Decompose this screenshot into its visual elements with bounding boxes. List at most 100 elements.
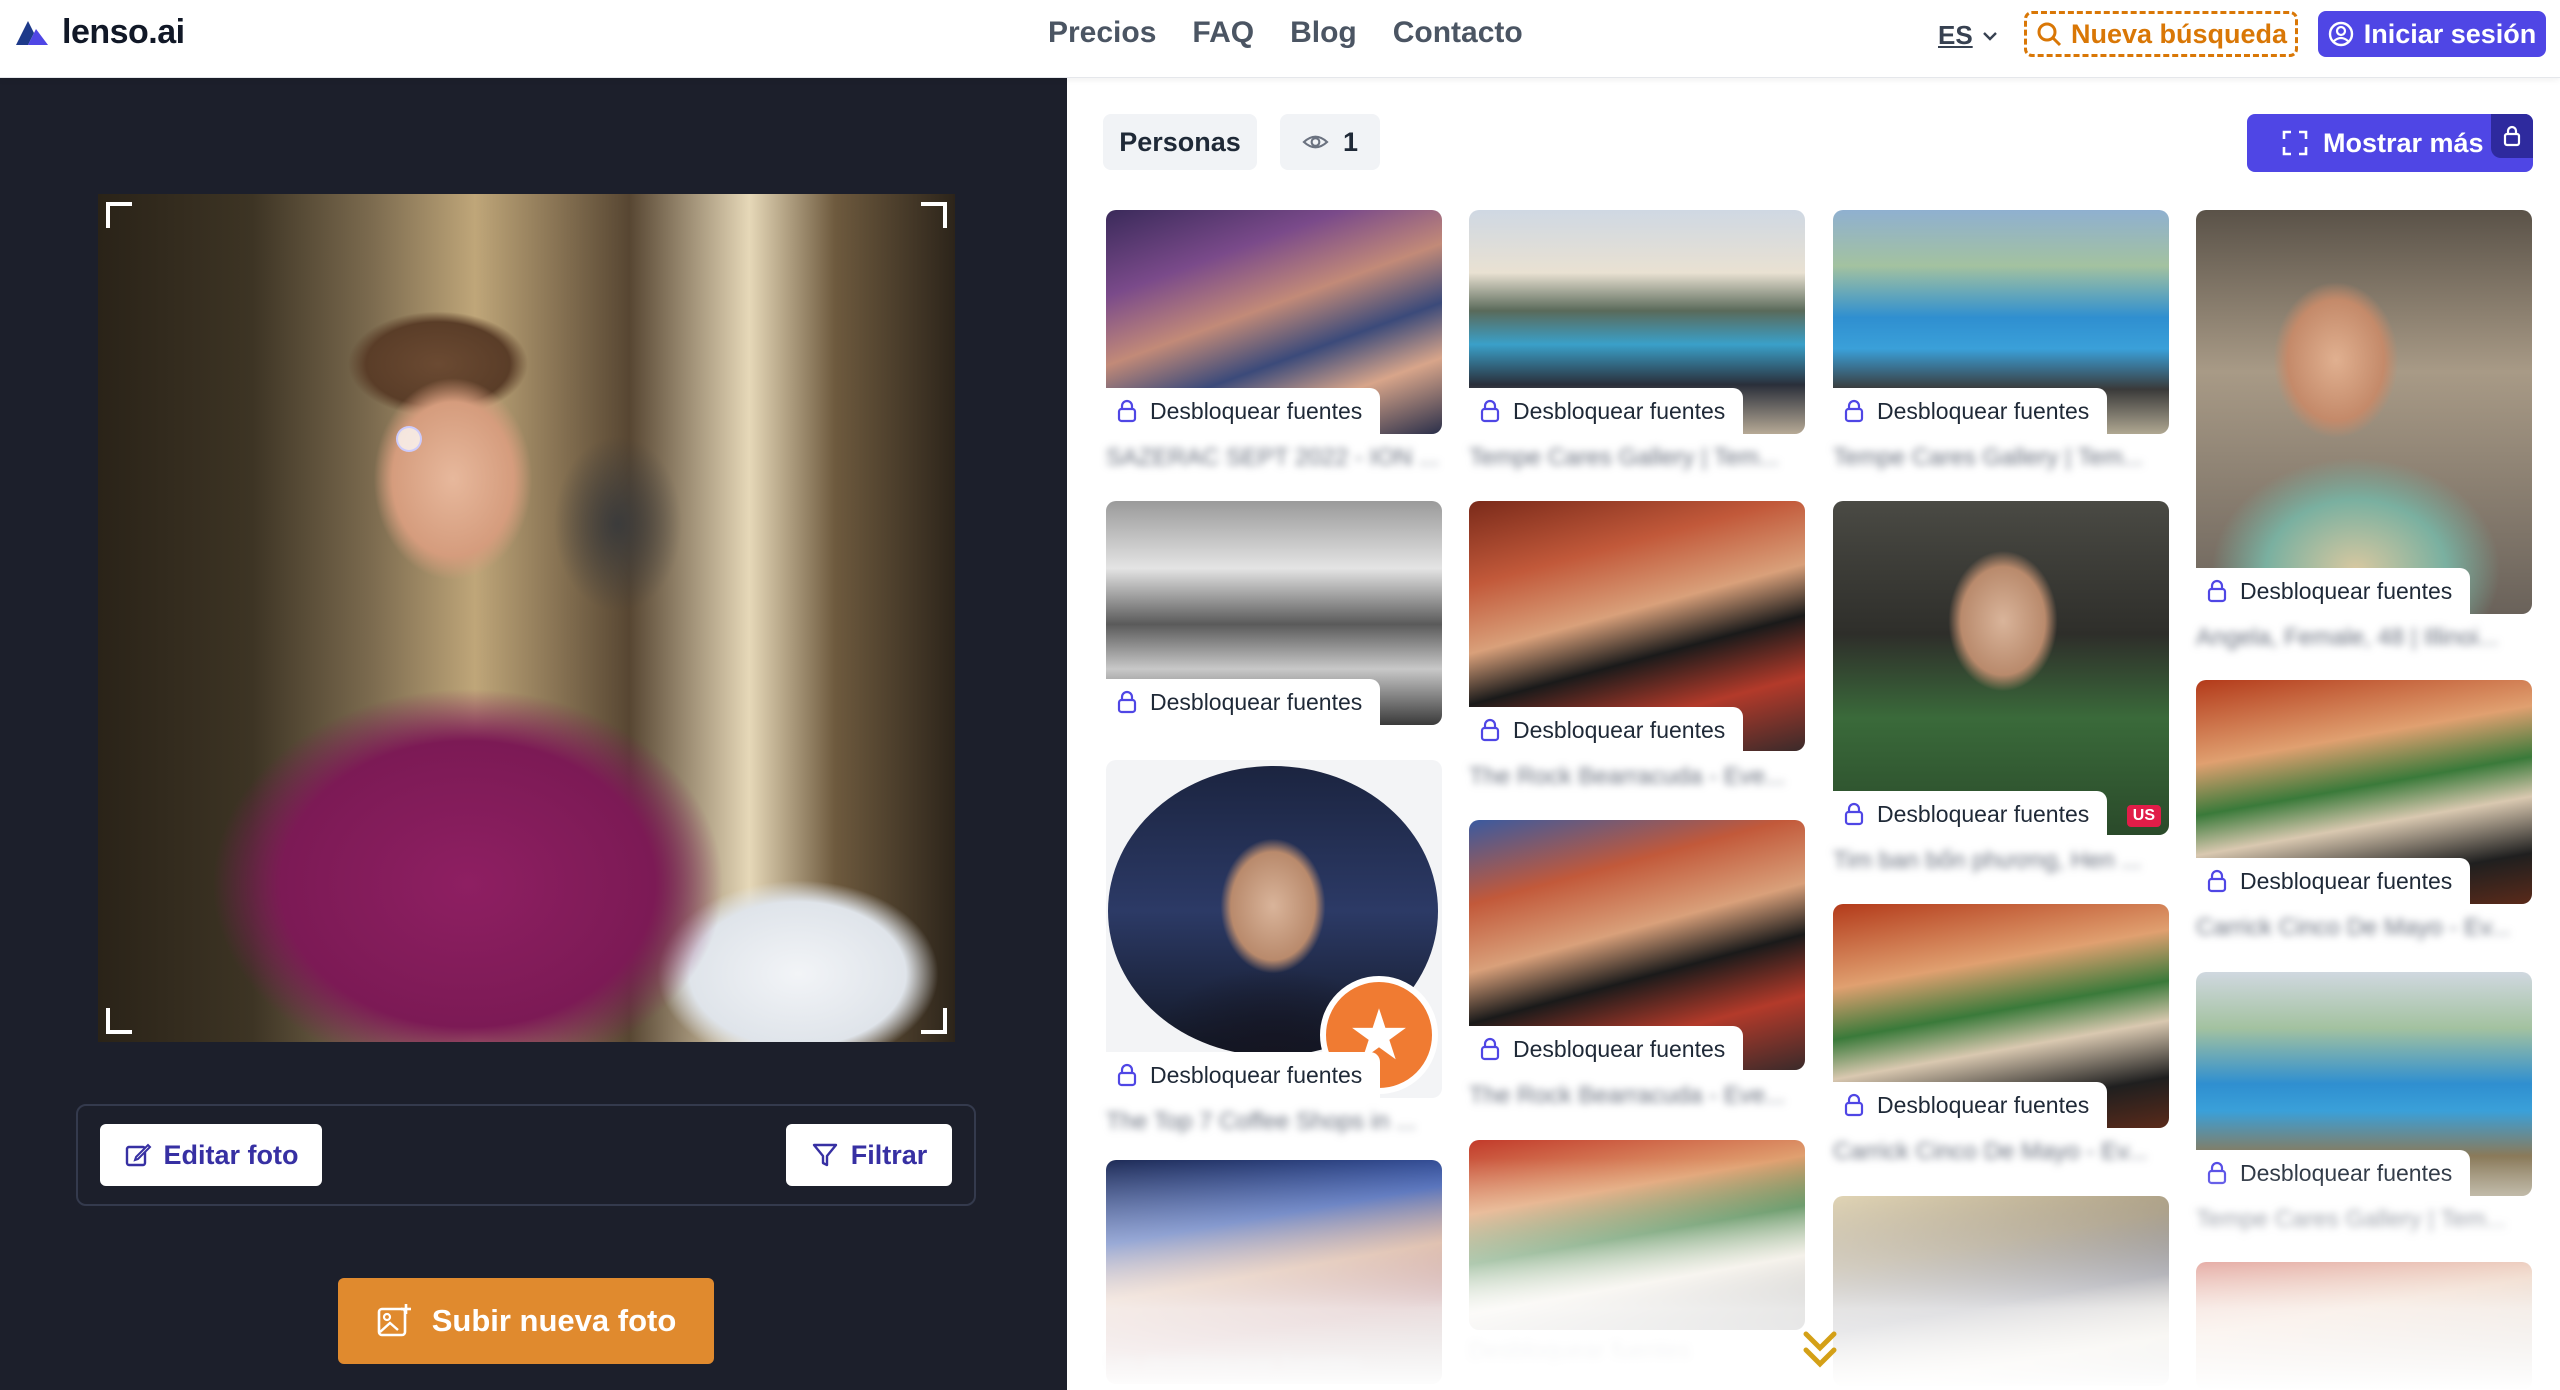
result-card[interactable]: Desbloquear fuentes: [1469, 1140, 1805, 1380]
result-caption: Tempe Cares Gallery | Tem...: [1833, 444, 2143, 471]
new-search-button[interactable]: Nueva búsqueda: [2024, 11, 2298, 57]
lock-icon: [2207, 869, 2227, 893]
face-marker[interactable]: [396, 426, 422, 452]
view-count: 1: [1342, 126, 1358, 157]
language-selector[interactable]: ES: [1938, 20, 1999, 51]
unlock-sources-label: Desbloquear fuentes: [1513, 397, 1726, 424]
result-card[interactable]: US Desbloquear fuentes Tim ban bốn phươn…: [1833, 501, 2169, 875]
unlock-sources-button[interactable]: Desbloquear fuentes: [1106, 1052, 1381, 1098]
unlock-sources-label: Desbloquear fuentes: [1513, 1035, 1726, 1062]
results-panel: Personas 1 Mostrar más Desbloquear fuent…: [1067, 78, 2560, 1390]
unlock-sources-button[interactable]: Desbloquear fuentes: [1833, 388, 2108, 434]
result-thumbnail[interactable]: [1833, 1196, 2169, 1386]
uploaded-photo[interactable]: [98, 194, 955, 1042]
result-thumbnail[interactable]: [1469, 1140, 1805, 1330]
result-card[interactable]: [2196, 1262, 2532, 1390]
lock-icon: [1117, 690, 1137, 714]
crop-corner-bottom-right[interactable]: [921, 1008, 947, 1034]
result-caption: SAZERAC SEPT 2022 - ION ...: [1106, 444, 1439, 471]
unlock-sources-button[interactable]: Desbloquear fuentes: [1833, 1082, 2108, 1128]
result-thumbnail[interactable]: US: [1833, 501, 2169, 835]
result-thumbnail[interactable]: [2196, 1262, 2532, 1390]
result-card[interactable]: Desbloquear fuentes The Rock Bearracuda …: [1469, 820, 1805, 1110]
unlock-sources-label: Desbloquear fuentes: [1150, 397, 1363, 424]
unlock-sources-button[interactable]: Desbloquear fuentes: [2196, 858, 2471, 904]
result-thumbnail[interactable]: [2196, 210, 2532, 614]
lock-icon: [1844, 1093, 1864, 1117]
eye-icon: [1302, 135, 1329, 149]
unlock-sources-button[interactable]: Desbloquear fuentes: [1106, 388, 1381, 434]
unlock-sources-label: Desbloquear fuentes: [1877, 397, 2090, 424]
result-card[interactable]: Desbloquear fuentes Carrick Cinco De May…: [1833, 904, 2169, 1166]
filter-button[interactable]: Filtrar: [786, 1124, 952, 1186]
lock-icon: [1844, 802, 1864, 826]
result-card[interactable]: ★ Desbloquear fuentes The Top 7 Coffee S…: [1106, 760, 1442, 1145]
result-thumbnail[interactable]: ★: [1106, 760, 1442, 1098]
unlock-sources-label: Desbloquear fuentes: [1877, 1091, 2090, 1118]
country-badge: US: [2126, 805, 2161, 827]
result-card[interactable]: Desbloquear fuentes Tempe Cares Gallery …: [1833, 210, 2169, 471]
result-card[interactable]: Desbloquear fuentes The Rock Bearracuda …: [1469, 501, 1805, 791]
nav-blog[interactable]: Blog: [1290, 16, 1357, 50]
login-button[interactable]: Iniciar sesión: [2318, 11, 2546, 57]
unlock-sources-button[interactable]: Desbloquear fuentes: [1833, 791, 2108, 837]
result-card[interactable]: Un desbloquear fuentes: [1106, 1160, 1442, 1390]
result-card[interactable]: Desbloquear fuentes Carrick Cinco De May…: [2196, 680, 2532, 942]
logo-text: lenso.ai: [62, 12, 185, 51]
result-card[interactable]: Desbloquear fuentes: [1106, 501, 1442, 726]
category-chip[interactable]: Personas: [1103, 114, 1257, 170]
result-card[interactable]: Desbloquear fuentes Tempe Cares Gallery …: [2196, 972, 2532, 1234]
view-count-chip: 1: [1280, 114, 1380, 170]
expand-icon: [2282, 130, 2308, 156]
upload-label: Subir nueva foto: [431, 1303, 677, 1338]
result-caption: Angela, Female, 48 | Illinoi...: [2196, 624, 2499, 651]
image-plus-icon: [377, 1304, 411, 1337]
show-more-button[interactable]: Mostrar más: [2247, 114, 2533, 172]
unlock-sources-button[interactable]: Desbloquear fuentes: [1469, 1026, 1744, 1072]
login-label: Iniciar sesión: [2363, 18, 2537, 49]
result-caption: Desbloquear fuentes: [1469, 1338, 1691, 1365]
main-nav: Precios FAQ Blog Contacto: [1048, 16, 1523, 50]
result-card[interactable]: Desbloquear fuentes Tempe Cares Gallery …: [1469, 210, 1805, 471]
unlock-sources-label: Desbloquear fuentes: [1150, 1061, 1363, 1088]
result-caption: Un desbloquear fuentes: [1106, 1350, 1361, 1377]
result-card[interactable]: Desbloquear fuentes Angela, Female, 48 |…: [2196, 210, 2532, 651]
lock-icon: [2503, 125, 2521, 147]
top-header: lenso.ai Precios FAQ Blog Contacto ES Nu…: [0, 0, 2560, 78]
unlock-sources-label: Desbloquear fuentes: [1877, 800, 2090, 827]
edit-photo-button[interactable]: Editar foto: [100, 1124, 322, 1186]
lock-icon: [1480, 718, 1500, 742]
nav-faq[interactable]: FAQ: [1192, 16, 1254, 50]
unlock-sources-button[interactable]: Desbloquear fuentes: [1106, 679, 1381, 725]
nav-contacto[interactable]: Contacto: [1393, 16, 1523, 50]
lenso-logo-icon: [16, 21, 48, 45]
crop-corner-bottom-left[interactable]: [106, 1008, 132, 1034]
unlock-sources-button[interactable]: Desbloquear fuentes: [1469, 707, 1744, 753]
filter-icon: [812, 1143, 837, 1167]
search-icon: [2037, 22, 2062, 47]
nav-precios[interactable]: Precios: [1048, 16, 1156, 50]
result-caption: Tim ban bốn phương, Hen ...: [1833, 847, 2142, 874]
unlock-sources-label: Desbloquear fuentes: [1513, 716, 1726, 743]
crop-corner-top-right[interactable]: [921, 202, 947, 228]
crop-corner-top-left[interactable]: [106, 202, 132, 228]
result-caption: The Rock Bearracuda - Eve...: [1469, 1082, 1786, 1109]
unlock-sources-button[interactable]: Desbloquear fuentes: [2196, 1150, 2471, 1196]
unlock-sources-label: Desbloquear fuentes: [2240, 1159, 2453, 1186]
logo[interactable]: lenso.ai: [14, 12, 185, 51]
chevron-double-down-icon[interactable]: [1800, 1328, 1840, 1372]
lock-icon: [1480, 399, 1500, 423]
unlock-sources-button[interactable]: Desbloquear fuentes: [1469, 388, 1744, 434]
lock-icon: [2207, 1161, 2227, 1185]
edit-icon: [125, 1143, 151, 1167]
upload-new-photo-button[interactable]: Subir nueva foto: [338, 1278, 714, 1364]
unlock-sources-button[interactable]: Desbloquear fuentes: [2196, 568, 2471, 614]
language-code: ES: [1938, 20, 1973, 50]
unlock-sources-label: Desbloquear fuentes: [2240, 577, 2453, 604]
result-caption: Tempe Cares Gallery | Tem...: [1469, 444, 1779, 471]
unlock-sources-label: Desbloquear fuentes: [2240, 867, 2453, 894]
result-card[interactable]: [1833, 1196, 2169, 1386]
user-circle-icon: [2328, 21, 2353, 47]
result-card[interactable]: Desbloquear fuentes SAZERAC SEPT 2022 - …: [1106, 210, 1442, 471]
edit-photo-label: Editar foto: [163, 1139, 299, 1170]
